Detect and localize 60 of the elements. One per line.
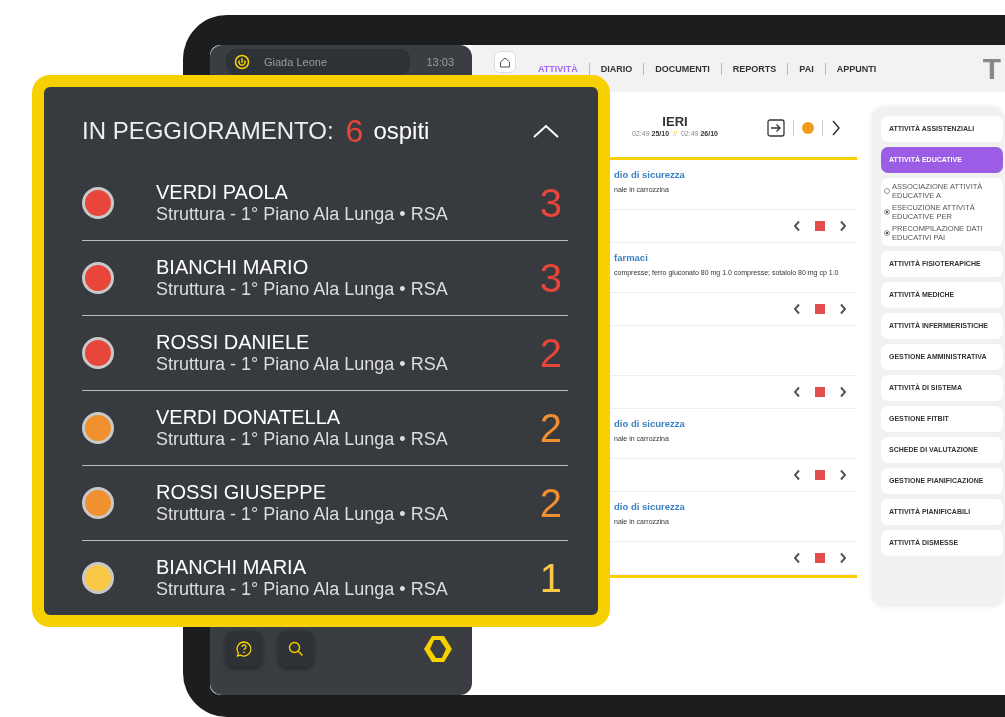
help-button[interactable]: [226, 631, 262, 667]
chevron-left-icon[interactable]: [793, 303, 801, 315]
entry-title: farmaci: [614, 251, 649, 265]
guest-count: 6: [345, 112, 364, 151]
radio-icon[interactable]: [884, 209, 890, 215]
guest-score: 3: [539, 182, 562, 223]
guest-score: 2: [539, 333, 562, 373]
hexagon-logo-icon: [422, 633, 454, 665]
chevron-left-icon[interactable]: [793, 552, 801, 564]
guest-name: BIANCHI MARIA: [156, 556, 308, 578]
day-title: IERI: [662, 115, 688, 130]
chevron-left-icon[interactable]: [793, 469, 801, 481]
page-title: T: [982, 51, 1001, 87]
power-icon: [234, 54, 250, 70]
user-pill[interactable]: Giada Leone: [226, 49, 411, 75]
radio-icon[interactable]: [884, 230, 890, 236]
guest-score: 3: [539, 258, 562, 298]
guest-name: ROSSI DANIELE: [156, 331, 311, 353]
collapse-chevron-icon[interactable]: [532, 123, 560, 139]
search-button[interactable]: [278, 631, 314, 667]
chevron-left-icon[interactable]: [793, 220, 801, 232]
guest-location: Struttura - 1° Piano Ala Lunga • RSA: [156, 202, 448, 225]
home-button[interactable]: [494, 51, 516, 73]
enter-icon[interactable]: [767, 118, 785, 137]
nav-tab[interactable]: DOCUMENTI: [643, 62, 721, 75]
guest-location: Struttura - 1° Piano Ala Lunga • RSA: [156, 353, 448, 375]
guest-name: ROSSI GIUSEPPE: [156, 481, 328, 503]
user-name: Giada Leone: [264, 54, 327, 70]
home-icon: [499, 56, 511, 68]
clock-time: 13:03: [426, 54, 454, 70]
guest-score: 2: [539, 408, 562, 448]
entry-title: dio di sicurezza: [614, 500, 686, 514]
panel-title: IN PEGGIORAMENTO:: [82, 116, 334, 146]
nav-tab[interactable]: PAI: [787, 62, 825, 75]
guest-name: VERDI PAOLA: [156, 180, 289, 203]
chevron-left-icon[interactable]: [793, 386, 801, 398]
chevron-right-icon[interactable]: [839, 220, 847, 232]
entry-title: dio di sicurezza: [614, 168, 686, 182]
chevron-right-icon[interactable]: [839, 469, 847, 481]
nav-tab[interactable]: REPORTS: [720, 62, 788, 75]
guest-location: Struttura - 1° Piano Ala Lunga • RSA: [156, 578, 448, 600]
guest-name: BIANCHI MARIO: [156, 256, 310, 278]
chevron-right-icon[interactable]: [839, 552, 847, 564]
entry-title: dio di sicurezza: [614, 417, 686, 431]
chevron-right-icon[interactable]: [831, 118, 841, 137]
guest-location: Struttura - 1° Piano Ala Lunga • RSA: [156, 428, 448, 450]
guest-unit: ospiti: [373, 116, 430, 146]
radio-icon[interactable]: [884, 188, 890, 194]
guest-location: Struttura - 1° Piano Ala Lunga • RSA: [156, 278, 448, 300]
help-icon: [235, 640, 253, 658]
status-dot: [802, 121, 814, 134]
nav-tab[interactable]: APPUNTI: [824, 62, 888, 75]
search-icon: [288, 641, 304, 657]
guest-location: Struttura - 1° Piano Ala Lunga • RSA: [156, 503, 448, 525]
chevron-right-icon[interactable]: [839, 303, 847, 315]
guest-name: VERDI DONATELLA: [156, 406, 342, 428]
chevron-right-icon[interactable]: [839, 386, 847, 398]
guest-score: 1: [539, 558, 562, 598]
guest-score: 2: [539, 483, 562, 523]
nav-tab[interactable]: DIARIO: [588, 62, 644, 75]
